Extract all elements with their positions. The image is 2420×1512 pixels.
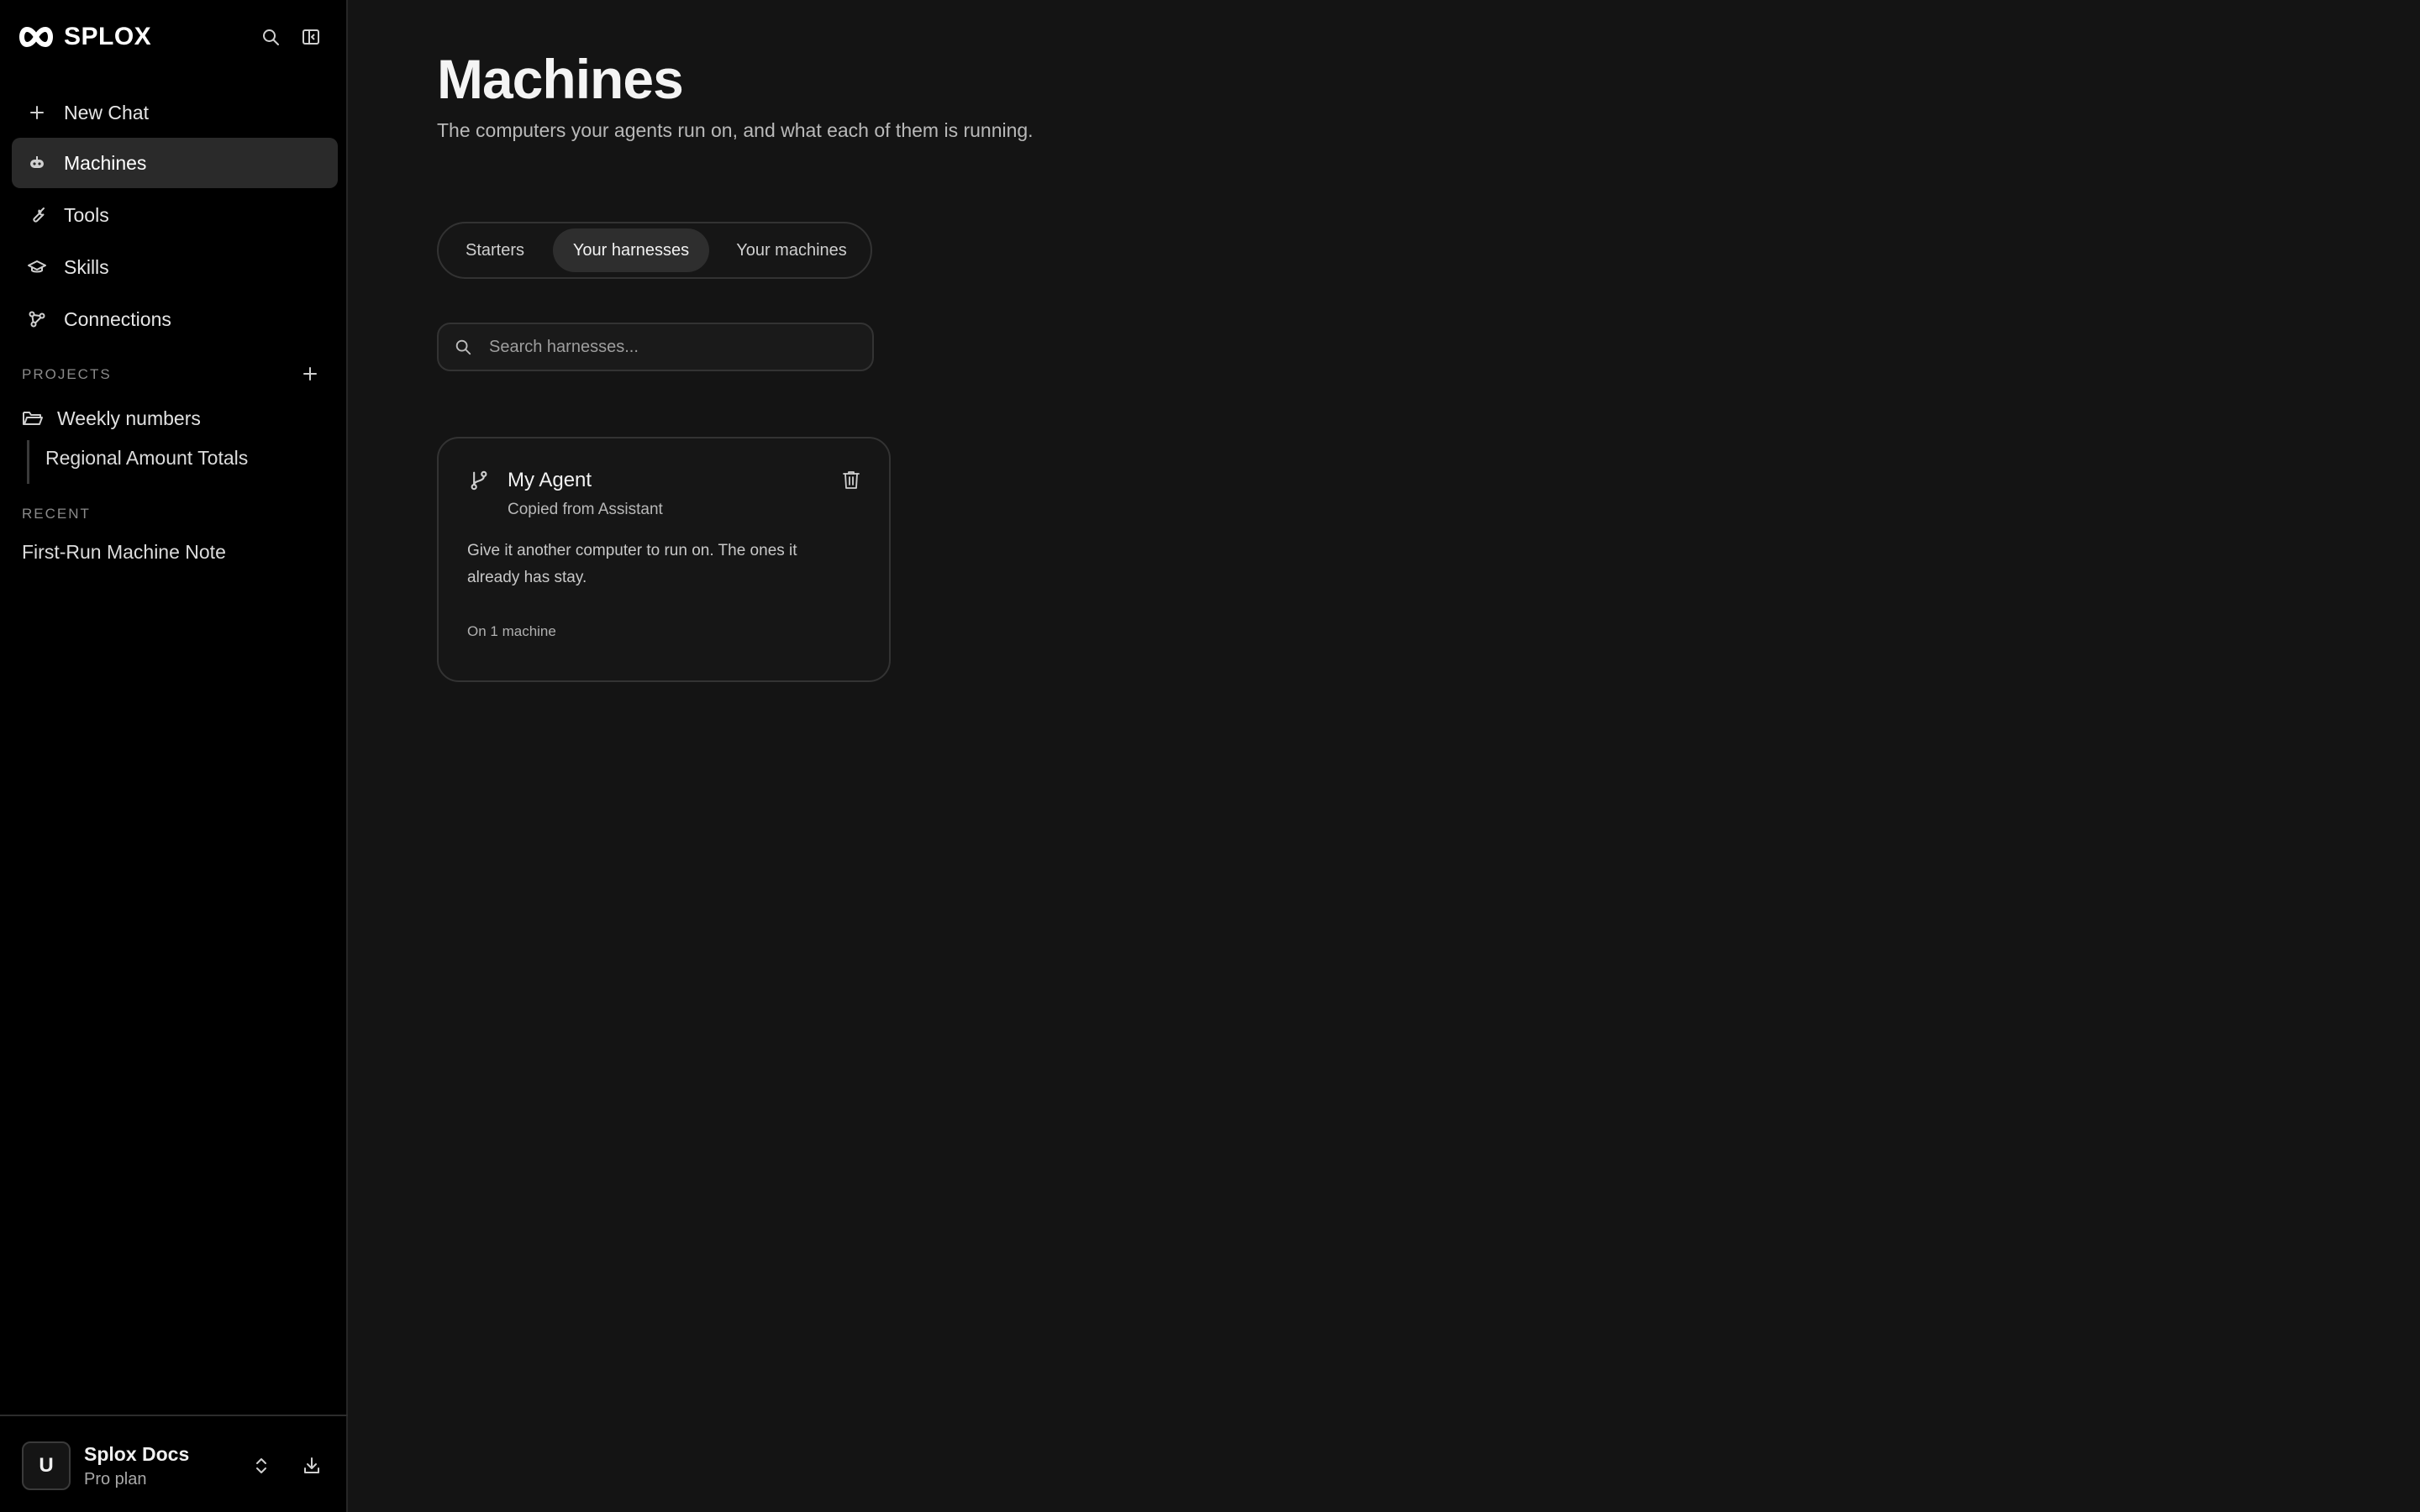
avatar[interactable]: U xyxy=(22,1441,71,1490)
nav-label: Connections xyxy=(64,307,171,330)
sidebar-toggle-icon[interactable] xyxy=(297,24,324,50)
brand[interactable]: SPLOX xyxy=(17,22,151,52)
project-weekly-numbers[interactable]: Weekly numbers xyxy=(22,403,201,433)
tab-your-machines[interactable]: Your machines xyxy=(719,228,864,272)
robot-icon xyxy=(27,153,47,173)
infinity-logo-icon xyxy=(17,26,55,48)
plus-icon xyxy=(303,367,317,381)
trash-icon[interactable] xyxy=(839,467,864,492)
graduation-cap-icon xyxy=(27,257,47,277)
tab-bar: Starters Your harnesses Your machines xyxy=(437,222,872,279)
nav-connections[interactable]: Connections xyxy=(12,294,338,344)
chevron-up-down-icon[interactable] xyxy=(249,1453,274,1478)
card-subtitle: Copied from Assistant xyxy=(508,501,663,518)
nav-machines[interactable]: Machines xyxy=(12,138,338,188)
nav-tools[interactable]: Tools xyxy=(12,190,338,240)
git-branch-icon xyxy=(467,469,491,492)
search-icon xyxy=(454,338,474,358)
account-name[interactable]: Splox Docs xyxy=(84,1443,189,1466)
card-title: My Agent xyxy=(508,469,592,491)
tab-your-harnesses[interactable]: Your harnesses xyxy=(553,228,709,272)
account-plan: Pro plan xyxy=(84,1470,147,1488)
nav-new-chat[interactable]: New Chat xyxy=(12,87,338,138)
project-children-line xyxy=(27,440,29,484)
nav-label: New Chat xyxy=(64,101,149,123)
brand-name: SPLOX xyxy=(64,23,152,50)
page-subtitle: The computers your agents run on, and wh… xyxy=(437,119,1034,141)
tab-starters[interactable]: Starters xyxy=(450,228,539,272)
wrench-icon xyxy=(27,205,47,225)
nav-label: Tools xyxy=(64,203,109,226)
recent-heading: RECENT xyxy=(22,506,91,522)
sidebar: SPLOX New Chat Machines Tools Skills Con… xyxy=(0,0,348,1512)
projects-heading: PROJECTS xyxy=(22,366,112,382)
card-machine-count: On 1 machine xyxy=(467,623,556,639)
plus-icon xyxy=(27,102,47,123)
download-icon[interactable] xyxy=(299,1453,324,1478)
nav-label: Skills xyxy=(64,255,109,278)
nav-skills[interactable]: Skills xyxy=(12,242,338,292)
add-project-button[interactable] xyxy=(299,363,321,385)
project-label: Weekly numbers xyxy=(57,407,201,429)
card-description: Give it another computer to run on. The … xyxy=(467,542,797,586)
page-title: Machines xyxy=(437,48,684,110)
nav-label: Machines xyxy=(64,151,147,174)
project-chat-regional-amount-totals[interactable]: Regional Amount Totals xyxy=(45,447,248,470)
connections-icon xyxy=(27,309,47,329)
search-icon[interactable] xyxy=(257,24,284,50)
search-box xyxy=(437,323,874,371)
harness-card[interactable]: My Agent Copied from Assistant Give it a… xyxy=(437,437,891,682)
search-input[interactable] xyxy=(487,331,857,363)
folder-icon xyxy=(22,409,44,428)
recent-chat-item[interactable]: First-Run Machine Note xyxy=(22,541,226,564)
account-footer: U Splox Docs Pro plan xyxy=(0,1415,348,1512)
